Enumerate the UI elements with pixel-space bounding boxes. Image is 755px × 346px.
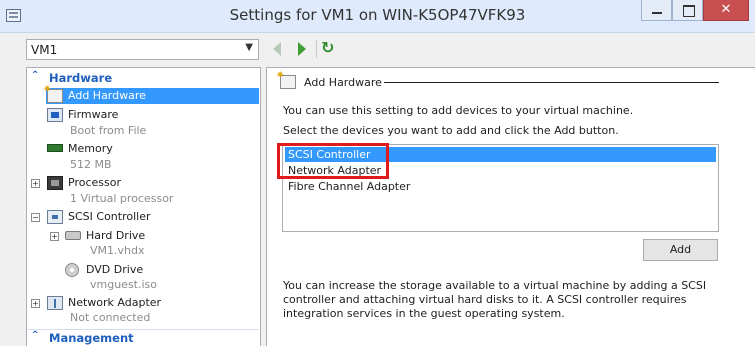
tree-item-label: Network Adapter xyxy=(68,296,162,309)
add-button[interactable]: Add xyxy=(643,239,718,261)
section-hardware[interactable]: ⌃ Hardware xyxy=(28,70,259,87)
expand-hard-drive-toggle[interactable]: + xyxy=(50,232,59,241)
title-bar: Settings for VM1 on WIN-K5OP47VFK93 xyxy=(0,0,755,33)
tree-item-detail: 1 Virtual processor xyxy=(70,192,174,205)
network-adapter-icon xyxy=(47,296,63,310)
group-title: Add Hardware xyxy=(304,76,382,89)
tree-item-label: SCSI Controller xyxy=(68,210,151,223)
vm-selector-dropdown[interactable]: VM1 ▼ xyxy=(26,39,259,60)
maximize-button[interactable] xyxy=(672,0,703,21)
tree-item-detail: VM1.vhdx xyxy=(90,244,145,257)
close-button[interactable] xyxy=(703,0,749,21)
tree-item-detail: vmguest.iso xyxy=(90,278,158,291)
instruction-text: Select the devices you want to add and c… xyxy=(283,124,619,137)
tree-item-processor[interactable]: Processor xyxy=(46,175,259,191)
refresh-icon[interactable]: ↻ xyxy=(321,38,334,57)
tree-item-network-adapter[interactable]: Network Adapter xyxy=(46,295,259,311)
section-management[interactable]: ⌃ Management xyxy=(28,329,259,346)
collapse-scsi-toggle[interactable]: − xyxy=(31,213,40,222)
firmware-icon xyxy=(47,108,63,122)
section-management-label: Management xyxy=(49,331,134,345)
tree-item-hard-drive[interactable]: Hard Drive xyxy=(64,228,259,244)
tree-item-label: Memory xyxy=(68,142,113,155)
device-item-fibre-channel-adapter[interactable]: Fibre Channel Adapter xyxy=(285,179,716,194)
expand-processor-toggle[interactable]: + xyxy=(31,179,40,188)
tree-item-label: Firmware xyxy=(68,108,119,121)
group-divider xyxy=(384,82,719,83)
tree-item-detail: Not connected xyxy=(70,311,151,324)
collapse-chevron-icon[interactable]: ⌃ xyxy=(31,330,39,341)
annotation-highlight-box xyxy=(277,143,389,179)
add-hardware-icon xyxy=(276,70,296,89)
hard-drive-icon xyxy=(65,231,81,240)
tree-item-memory[interactable]: Memory xyxy=(46,141,259,157)
tree-item-label: Hard Drive xyxy=(86,229,146,242)
back-arrow-icon[interactable] xyxy=(273,42,281,56)
tree-item-detail: 512 MB xyxy=(70,158,112,171)
tree-item-label: Add Hardware xyxy=(68,89,146,102)
tree-item-scsi-controller[interactable]: SCSI Controller xyxy=(46,209,259,225)
section-hardware-label: Hardware xyxy=(49,71,113,85)
info-text: You can increase the storage available t… xyxy=(283,279,707,320)
processor-icon xyxy=(47,176,63,190)
toolbar-divider xyxy=(316,40,317,58)
tree-item-label: Processor xyxy=(68,176,121,189)
tree-item-label: DVD Drive xyxy=(86,263,144,276)
tree-item-detail: Boot from File xyxy=(70,124,147,137)
add-hardware-icon xyxy=(43,84,63,103)
vm-selector-value: VM1 xyxy=(31,43,58,57)
collapse-chevron-icon[interactable]: ⌃ xyxy=(31,70,39,81)
expand-network-adapter-toggle[interactable]: + xyxy=(31,299,40,308)
settings-tree: ⌃ Hardware Add Hardware Firmware Boot fr… xyxy=(26,67,261,346)
forward-arrow-icon[interactable] xyxy=(298,42,306,56)
memory-icon xyxy=(47,144,63,152)
minimize-button[interactable] xyxy=(641,0,672,21)
tree-item-add-hardware[interactable]: Add Hardware xyxy=(43,84,259,104)
chevron-down-icon: ▼ xyxy=(245,42,253,53)
dvd-drive-icon xyxy=(65,263,79,277)
scsi-controller-icon xyxy=(47,210,63,224)
tree-item-firmware[interactable]: Firmware xyxy=(46,107,259,123)
description-text: You can use this setting to add devices … xyxy=(283,104,634,117)
details-pane: Add Hardware You can use this setting to… xyxy=(266,67,755,346)
tree-item-dvd-drive[interactable]: DVD Drive xyxy=(64,262,259,278)
